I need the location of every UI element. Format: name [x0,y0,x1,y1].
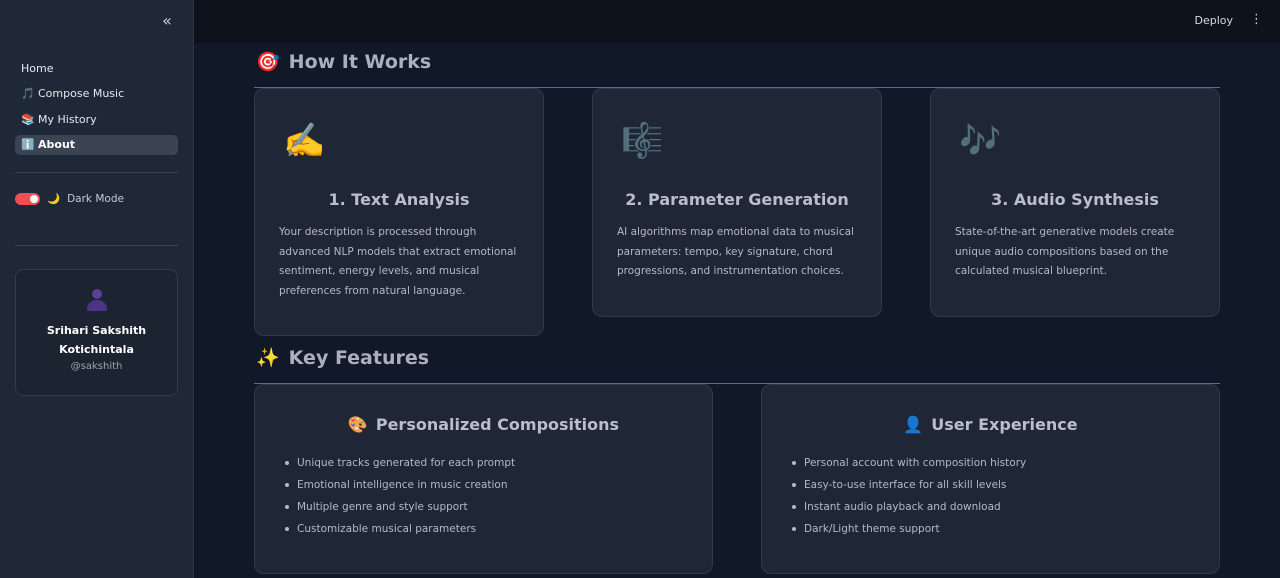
step-card-text: AI algorithms map emotional data to musi… [617,226,854,277]
feature-card-title-text: Personalized Compositions [375,415,620,434]
list-item: Unique tracks generated for each prompt [284,452,515,474]
sparkles-icon: ✨ [256,347,280,369]
profile-name-line1: Srihari Sakshith [46,324,147,337]
step-card-text: Your description is processed through ad… [279,226,517,297]
dark-mode-toggle-row: 🌙 Dark Mode [15,192,124,205]
step-card-text: State-of-the-art generative models creat… [955,226,1175,277]
dark-mode-label: Dark Mode [67,192,124,205]
top-bar: Deploy ⋮ [194,0,1280,43]
music-note-icon: 🎵 [21,87,35,100]
sidebar-item-my-history[interactable]: 📚 My History [15,109,178,129]
list-item: Easy-to-use interface for all skill leve… [791,474,1026,496]
sidebar-nav: Home 🎵 Compose Music 📚 My History ℹ️ Abo… [15,58,178,160]
palette-icon: 🎨 [347,415,368,434]
step-card-text-analysis: ✍️ 1. Text Analysis Your description is … [254,88,544,336]
section-title: How It Works [288,50,432,73]
musical-notes-icon: 🎶 [959,121,1002,161]
feature-card-title: 👤 User Experience [762,415,1219,434]
sidebar-item-label: Compose Music [38,87,125,100]
sidebar-divider [15,245,178,246]
target-icon: 🎯 [256,51,280,73]
dark-mode-toggle[interactable] [15,192,40,205]
sidebar-divider [15,172,178,173]
app-window: « Home 🎵 Compose Music 📚 My History ℹ️ A… [0,0,1280,578]
list-item: Dark/Light theme support [791,518,1026,540]
sidebar-item-about[interactable]: ℹ️ About [15,134,178,155]
profile-name-line2: Kotichintala [59,343,134,356]
list-item: Instant audio playback and download [791,496,1026,518]
deploy-button[interactable]: Deploy [1194,14,1233,27]
how-it-works-heading: 🎯 How It Works [256,50,432,74]
profile-name: Srihari Sakshith Kotichintala [16,321,177,359]
step-card-audio-synthesis: 🎶 3. Audio Synthesis State-of-the-art ge… [930,88,1220,317]
step-card-parameter-generation: 🎼 2. Parameter Generation AI algorithms … [592,88,882,317]
chevrons-left-icon[interactable]: « [157,12,177,30]
writing-hand-icon: ✍️ [283,121,326,161]
feature-list: Personal account with composition histor… [791,452,1026,540]
info-icon: ℹ️ [21,138,35,151]
sidebar: « Home 🎵 Compose Music 📚 My History ℹ️ A… [0,0,194,578]
list-item: Personal account with composition histor… [791,452,1026,474]
musical-score-icon: 🎼 [621,121,664,161]
step-card-title: 3. Audio Synthesis [991,190,1159,209]
feature-list: Unique tracks generated for each prompt … [284,452,515,540]
user-icon: 👤 [903,415,924,434]
step-card-title: 2. Parameter Generation [625,190,849,209]
books-icon: 📚 [21,112,35,126]
kebab-menu-icon[interactable]: ⋮ [1250,12,1263,30]
main-content: 🎯 How It Works ✍️ 1. Text Analysis Your … [194,43,1280,578]
list-item: Customizable musical parameters [284,518,515,540]
list-item: Emotional intelligence in music creation [284,474,515,496]
profile-card: Srihari Sakshith Kotichintala @sakshith [15,269,178,396]
feature-card-title-text: User Experience [931,415,1078,434]
key-features-heading: ✨ Key Features [256,346,430,370]
sidebar-item-label: About [38,138,76,151]
section-title: Key Features [288,346,430,369]
sidebar-item-label: My History [38,112,97,126]
feature-card-personalized-compositions: 🎨 Personalized Compositions Unique track… [254,384,713,574]
sidebar-item-home[interactable]: Home [15,58,178,78]
sidebar-item-compose-music[interactable]: 🎵 Compose Music [15,84,178,104]
feature-card-user-experience: 👤 User Experience Personal account with … [761,384,1220,574]
moon-icon: 🌙 [47,193,61,205]
user-avatar-icon [84,287,110,313]
sidebar-item-label: Home [21,61,54,75]
step-card-title: 1. Text Analysis [328,190,470,209]
feature-card-title: 🎨 Personalized Compositions [255,415,712,434]
list-item: Multiple genre and style support [284,496,515,518]
profile-handle: @sakshith [70,361,123,372]
